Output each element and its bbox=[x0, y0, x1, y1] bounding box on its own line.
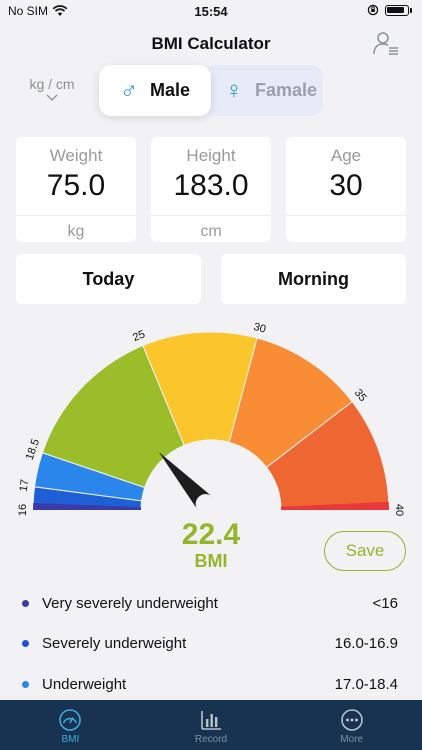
female-icon: ♀ bbox=[224, 76, 243, 104]
gauge-icon bbox=[59, 709, 82, 731]
height-label: Height bbox=[186, 146, 236, 165]
tab-record[interactable]: Record bbox=[141, 700, 282, 750]
tab-more-label: More bbox=[340, 734, 364, 745]
height-unit: cm bbox=[200, 223, 222, 240]
gauge-tick-label: 40 bbox=[393, 504, 405, 516]
profile-button[interactable] bbox=[372, 30, 400, 58]
orientation-lock-icon bbox=[367, 4, 379, 16]
tab-bmi-label: BMI bbox=[61, 734, 80, 745]
tab-bmi[interactable]: BMI bbox=[0, 700, 141, 750]
legend-item: Underweight 17.0-18.4 bbox=[22, 673, 398, 695]
legend-dot bbox=[22, 680, 29, 688]
tab-record-label: Record bbox=[194, 734, 228, 745]
gauge-tick-label: 16 bbox=[17, 504, 29, 516]
gauge-needle bbox=[158, 452, 214, 511]
gender-male-label: Male bbox=[149, 80, 191, 100]
bmi-value: 22.4 bbox=[181, 518, 241, 551]
weight-divider bbox=[16, 215, 136, 216]
gender-female-label: Famale bbox=[254, 80, 318, 100]
unit-selector[interactable]: kg / cm bbox=[22, 76, 82, 101]
male-icon: ♂ bbox=[119, 76, 138, 104]
height-value: 183.0 bbox=[173, 169, 249, 202]
tab-more[interactable]: More bbox=[281, 700, 422, 750]
time-of-day-button[interactable]: Morning bbox=[221, 254, 406, 304]
height-card[interactable]: Height 183.0 cm bbox=[151, 137, 271, 242]
gauge-tick-label: 30 bbox=[252, 321, 267, 336]
weight-card[interactable]: Weight 75.0 kg bbox=[16, 137, 136, 242]
weight-unit: kg bbox=[67, 223, 85, 240]
gauge-tick-label: 18.5 bbox=[24, 437, 42, 461]
age-card[interactable]: Age 30 bbox=[286, 137, 406, 242]
gender-female-tab[interactable]: ♀ Famale bbox=[205, 65, 323, 116]
save-button[interactable]: Save bbox=[324, 531, 406, 571]
status-bar: No SIM 15:54 bbox=[0, 0, 422, 24]
legend-name: Underweight bbox=[42, 675, 127, 693]
chevron-down-icon bbox=[46, 94, 58, 101]
page-title: BMI Calculator bbox=[151, 34, 271, 53]
age-divider bbox=[286, 215, 406, 216]
gender-male-tab[interactable]: ♂ Male bbox=[99, 65, 211, 116]
status-right bbox=[367, 4, 412, 16]
status-time: 15:54 bbox=[194, 4, 228, 19]
battery-icon bbox=[385, 4, 409, 16]
battery-nub bbox=[410, 7, 412, 13]
more-icon bbox=[340, 709, 363, 731]
legend-item: Very severely underweight <16 bbox=[22, 592, 398, 614]
gauge-segments bbox=[32, 331, 390, 511]
user-list-icon bbox=[373, 32, 398, 55]
gauge-tick-label: 17 bbox=[18, 479, 31, 493]
unit-selector-value: kg / cm bbox=[29, 76, 75, 92]
legend-dot bbox=[22, 639, 29, 647]
gauge-needle-pointer bbox=[158, 452, 214, 511]
legend-range: 16.0-16.9 bbox=[334, 634, 398, 652]
height-divider bbox=[151, 215, 271, 216]
bar-chart-icon bbox=[201, 711, 221, 730]
legend-item: Severely underweight 16.0-16.9 bbox=[22, 632, 398, 654]
tab-bar: BMI Record More bbox=[0, 700, 422, 750]
weight-value: 75.0 bbox=[46, 169, 106, 202]
weight-label: Weight bbox=[49, 146, 103, 165]
legend-range: <16 bbox=[372, 594, 398, 612]
date-button[interactable]: Today bbox=[16, 254, 201, 304]
legend-name: Very severely underweight bbox=[42, 594, 218, 612]
legend-name: Severely underweight bbox=[42, 634, 187, 652]
bmi-gauge: 16 17 18.5 25 30 35 40 bbox=[17, 321, 405, 516]
age-label: Age bbox=[330, 146, 362, 165]
gauge-tick-label: 25 bbox=[131, 328, 147, 344]
age-value: 30 bbox=[329, 169, 363, 202]
bmi-label: BMI bbox=[194, 551, 228, 571]
gauge-tick-label: 35 bbox=[352, 387, 369, 404]
legend-dot bbox=[22, 599, 29, 607]
legend-range: 17.0-18.4 bbox=[334, 675, 398, 693]
